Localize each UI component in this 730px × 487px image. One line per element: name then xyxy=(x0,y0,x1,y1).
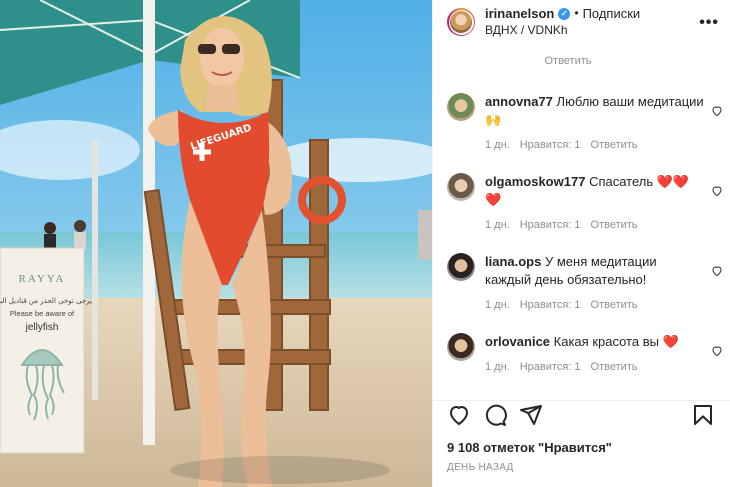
sign-line2: jellyfish xyxy=(25,322,59,333)
comment-username[interactable]: olgamoskow177 xyxy=(485,174,585,189)
comment-username[interactable]: liana.ops xyxy=(485,254,541,269)
comment-age: 1 дн. xyxy=(485,219,510,231)
more-options-icon[interactable]: ••• xyxy=(699,14,719,32)
comment-avatar[interactable] xyxy=(447,333,475,361)
comment-age: 1 дн. xyxy=(485,361,510,373)
following-button[interactable]: Подписки xyxy=(583,5,641,22)
comment-avatar[interactable] xyxy=(447,253,475,281)
beach-lifeguard-photo: RAYYA يرجى توخي الحذر من قناديل البحر Pl… xyxy=(0,0,432,487)
sign-arabic: يرجى توخي الحذر من قناديل البحر xyxy=(0,297,92,305)
post-sidebar: irinanelson ✓ • Подписки ВДНХ / VDNKh ••… xyxy=(432,0,730,487)
comment-like-count[interactable]: Нравится: 1 xyxy=(520,299,581,311)
post-header: irinanelson ✓ • Подписки ВДНХ / VDNKh ••… xyxy=(433,0,730,44)
post-timestamp[interactable]: ДЕНЬ НАЗАД xyxy=(447,462,514,473)
sign-line1: Please be aware of xyxy=(10,309,75,318)
comment-age: 1 дн. xyxy=(485,299,510,311)
comment-like-heart-icon[interactable] xyxy=(711,185,723,197)
author-username[interactable]: irinanelson xyxy=(485,5,554,22)
comment-like-heart-icon[interactable] xyxy=(711,105,723,117)
comment-username[interactable]: annovna77 xyxy=(485,94,553,109)
bookmark-icon[interactable] xyxy=(691,403,715,427)
comment-bubble-icon[interactable] xyxy=(483,403,507,427)
post-action-bar xyxy=(433,400,730,430)
comment-text: Какая красота вы ❤️ xyxy=(553,334,679,349)
comment-like-heart-icon[interactable] xyxy=(711,265,723,277)
comment-username[interactable]: orlovanice xyxy=(485,334,550,349)
comment-like-count[interactable]: Нравится: 1 xyxy=(520,361,581,373)
author-avatar[interactable] xyxy=(447,8,475,36)
post-photo[interactable]: RAYYA يرجى توخي الحذر من قناديل البحر Pl… xyxy=(0,0,432,487)
comment-like-heart-icon[interactable] xyxy=(711,345,723,357)
comment-age: 1 дн. xyxy=(485,139,510,151)
post-location[interactable]: ВДНХ / VDNKh xyxy=(485,22,640,39)
comment-avatar[interactable] xyxy=(447,93,475,121)
comment-like-count[interactable]: Нравится: 1 xyxy=(520,139,581,151)
verified-badge-icon: ✓ xyxy=(558,7,571,20)
likes-count[interactable]: 9 108 отметок "Нравится" xyxy=(447,440,612,455)
comment-reply-button[interactable]: Ответить xyxy=(591,299,638,311)
comment-reply-button[interactable]: Ответить xyxy=(591,361,638,373)
heart-outline-icon[interactable] xyxy=(447,403,471,427)
comment-like-count[interactable]: Нравится: 1 xyxy=(520,219,581,231)
reply-link[interactable]: Ответить xyxy=(433,55,703,67)
comment-reply-button[interactable]: Ответить xyxy=(591,139,638,151)
header-separator: • xyxy=(574,6,579,20)
sign-brand: RAYYA xyxy=(19,273,66,285)
comment-avatar[interactable] xyxy=(447,173,475,201)
paper-plane-icon[interactable] xyxy=(519,403,543,427)
comment-reply-button[interactable]: Ответить xyxy=(591,219,638,231)
